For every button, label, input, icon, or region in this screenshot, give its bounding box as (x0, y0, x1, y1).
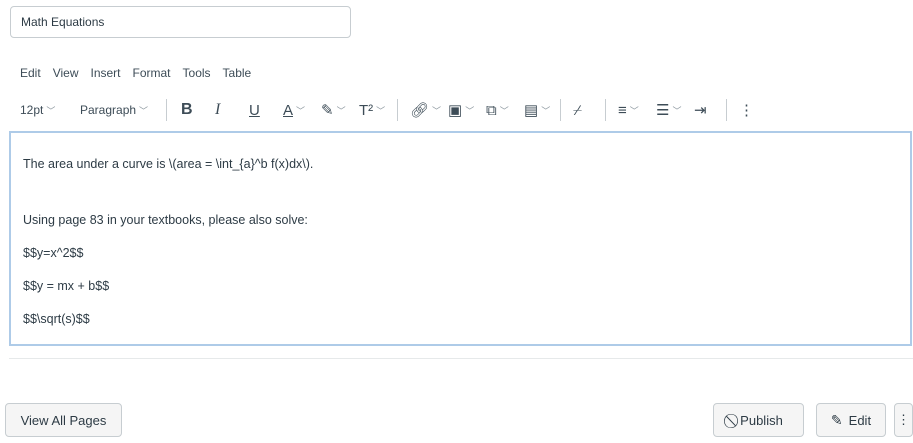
more-vertical-icon: ⋮ (897, 412, 910, 427)
toolbar-divider (605, 99, 606, 121)
underline-icon: U (249, 101, 260, 119)
block-format-label: Paragraph (80, 103, 137, 117)
list-button[interactable]: ☰ ﹀ (656, 101, 686, 119)
toolbar-divider (726, 99, 727, 121)
page-title-input[interactable] (10, 6, 351, 38)
superscript-button[interactable]: T² ﹀ (359, 102, 391, 119)
editor-paragraph: $$y = mx + b$$ (23, 279, 110, 293)
media-icon: ⧉ (486, 101, 497, 119)
bold-icon: B (181, 101, 193, 118)
italic-button[interactable]: I (215, 101, 237, 119)
editor-paragraph: $$\sqrt(s)$$ (23, 312, 90, 326)
bold-button[interactable]: B (181, 101, 203, 119)
menu-view[interactable]: View (53, 66, 79, 80)
footer-divider (9, 358, 913, 359)
editor-paragraph: Using page 83 in your textbooks, please … (23, 213, 308, 227)
menu-table[interactable]: Table (223, 66, 252, 80)
toolbar-divider (560, 99, 561, 121)
editor-toolbar: 12pt ﹀ Paragraph ﹀ B I U A ﹀ ✎ ﹀ T² ﹀ 🔗︎… (20, 98, 754, 122)
publish-label: Publish (740, 412, 783, 428)
media-button[interactable]: ⧉ ﹀ (486, 102, 516, 119)
image-icon: ▣ (448, 102, 463, 119)
highlight-color-button[interactable]: ✎ ﹀ (321, 101, 351, 119)
document-icon: ▤ (524, 102, 539, 119)
font-size-label: 12pt (20, 103, 44, 117)
menu-format[interactable]: Format (133, 66, 171, 80)
chevron-down-icon: ﹀ (499, 105, 509, 116)
pencil-icon: ✎ (830, 411, 843, 428)
image-button[interactable]: ▣ ﹀ (448, 101, 478, 119)
view-all-pages-label: View All Pages (20, 412, 107, 428)
chevron-down-icon: ﹀ (376, 105, 386, 116)
editor-menubar: Edit View Insert Format Tools Table (20, 66, 251, 80)
underline-button[interactable]: U (249, 102, 271, 119)
editor-paragraph: The area under a curve is \(area = \int_… (23, 157, 314, 171)
chevron-down-icon: ﹀ (296, 105, 306, 116)
more-options-button[interactable]: ⋮ (894, 403, 913, 437)
italic-icon: I (215, 101, 221, 118)
more-toolbar-button[interactable]: ⋮ (739, 101, 754, 119)
chevron-down-icon: ﹀ (432, 105, 442, 116)
chevron-down-icon: ﹀ (465, 105, 475, 116)
bulleted-list-icon: ☰ (656, 102, 670, 119)
chevron-down-icon: ﹀ (541, 105, 551, 116)
indent-button[interactable]: ⇥ (694, 101, 716, 119)
toolbar-divider (166, 99, 167, 121)
document-button[interactable]: ▤ ﹀ (524, 101, 554, 119)
chevron-down-icon: ﹀ (672, 105, 682, 116)
clear-formatting-button[interactable]: ⌿ (573, 102, 595, 119)
block-format-dropdown[interactable]: Paragraph ﹀ (80, 103, 158, 117)
publish-button[interactable]: ⃠ Publish (713, 403, 804, 437)
menu-edit[interactable]: Edit (20, 66, 41, 80)
superscript-icon: T² (359, 101, 374, 119)
indent-icon: ⇥ (694, 102, 707, 119)
edit-label: Edit (848, 412, 872, 428)
chevron-down-icon: ﹀ (629, 105, 639, 116)
clear-formatting-icon: ⌿ (573, 101, 583, 119)
text-color-icon: A (283, 101, 294, 119)
rich-text-editor[interactable]: The area under a curve is \(area = \int_… (9, 131, 912, 346)
chevron-down-icon: ﹀ (46, 105, 56, 116)
align-button[interactable]: ≡ ﹀ (618, 102, 648, 119)
font-size-dropdown[interactable]: 12pt ﹀ (20, 103, 70, 117)
menu-tools[interactable]: Tools (183, 66, 211, 80)
chevron-down-icon: ﹀ (139, 105, 149, 116)
chevron-down-icon: ﹀ (336, 105, 346, 116)
menu-insert[interactable]: Insert (90, 66, 120, 80)
link-button[interactable]: 🔗︎ ﹀ (410, 101, 442, 119)
text-color-button[interactable]: A ﹀ (283, 102, 313, 119)
view-all-pages-button[interactable]: View All Pages (5, 403, 122, 437)
toolbar-divider (397, 99, 398, 121)
highlighter-icon: ✎ (321, 102, 334, 119)
align-icon: ≡ (618, 101, 627, 119)
edit-button[interactable]: ✎ Edit (816, 403, 886, 437)
editor-paragraph: $$y=x^2$$ (23, 246, 84, 260)
more-vertical-icon: ⋮ (739, 102, 754, 119)
link-icon: 🔗︎ (410, 102, 430, 119)
